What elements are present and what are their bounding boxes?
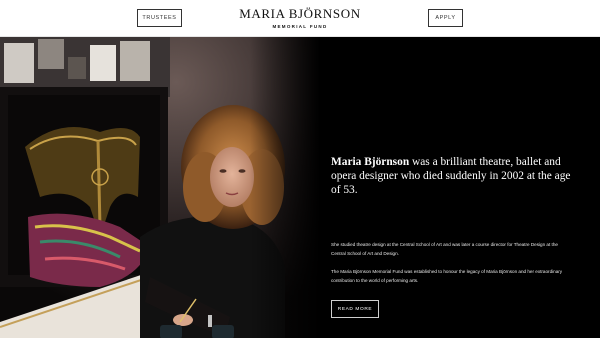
hero-portrait-image — [0, 37, 320, 338]
site-header: TRUSTEES MARIA BJÖRNSON MEMORIAL FUND AP… — [0, 0, 600, 37]
hero-copy: Maria Björnson was a brilliant theatre, … — [331, 155, 571, 318]
hero-lead: Maria Björnson was a brilliant theatre, … — [331, 155, 571, 198]
hero-paragraph-2: The Maria Björnson Memorial Fund was est… — [331, 269, 563, 283]
read-more-button[interactable]: READ MORE — [331, 300, 379, 318]
site-logo[interactable]: MARIA BJÖRNSON MEMORIAL FUND — [0, 6, 600, 30]
apply-button[interactable]: APPLY — [428, 9, 463, 27]
brand-subtitle: MEMORIAL FUND — [272, 24, 328, 29]
hero-lead-name: Maria Björnson — [331, 156, 410, 168]
hero-paragraph-1: She studied theatre design at the Centra… — [331, 242, 558, 256]
brand-name: MARIA BJÖRNSON — [239, 6, 361, 21]
hero-section: Maria Björnson was a brilliant theatre, … — [0, 37, 600, 338]
